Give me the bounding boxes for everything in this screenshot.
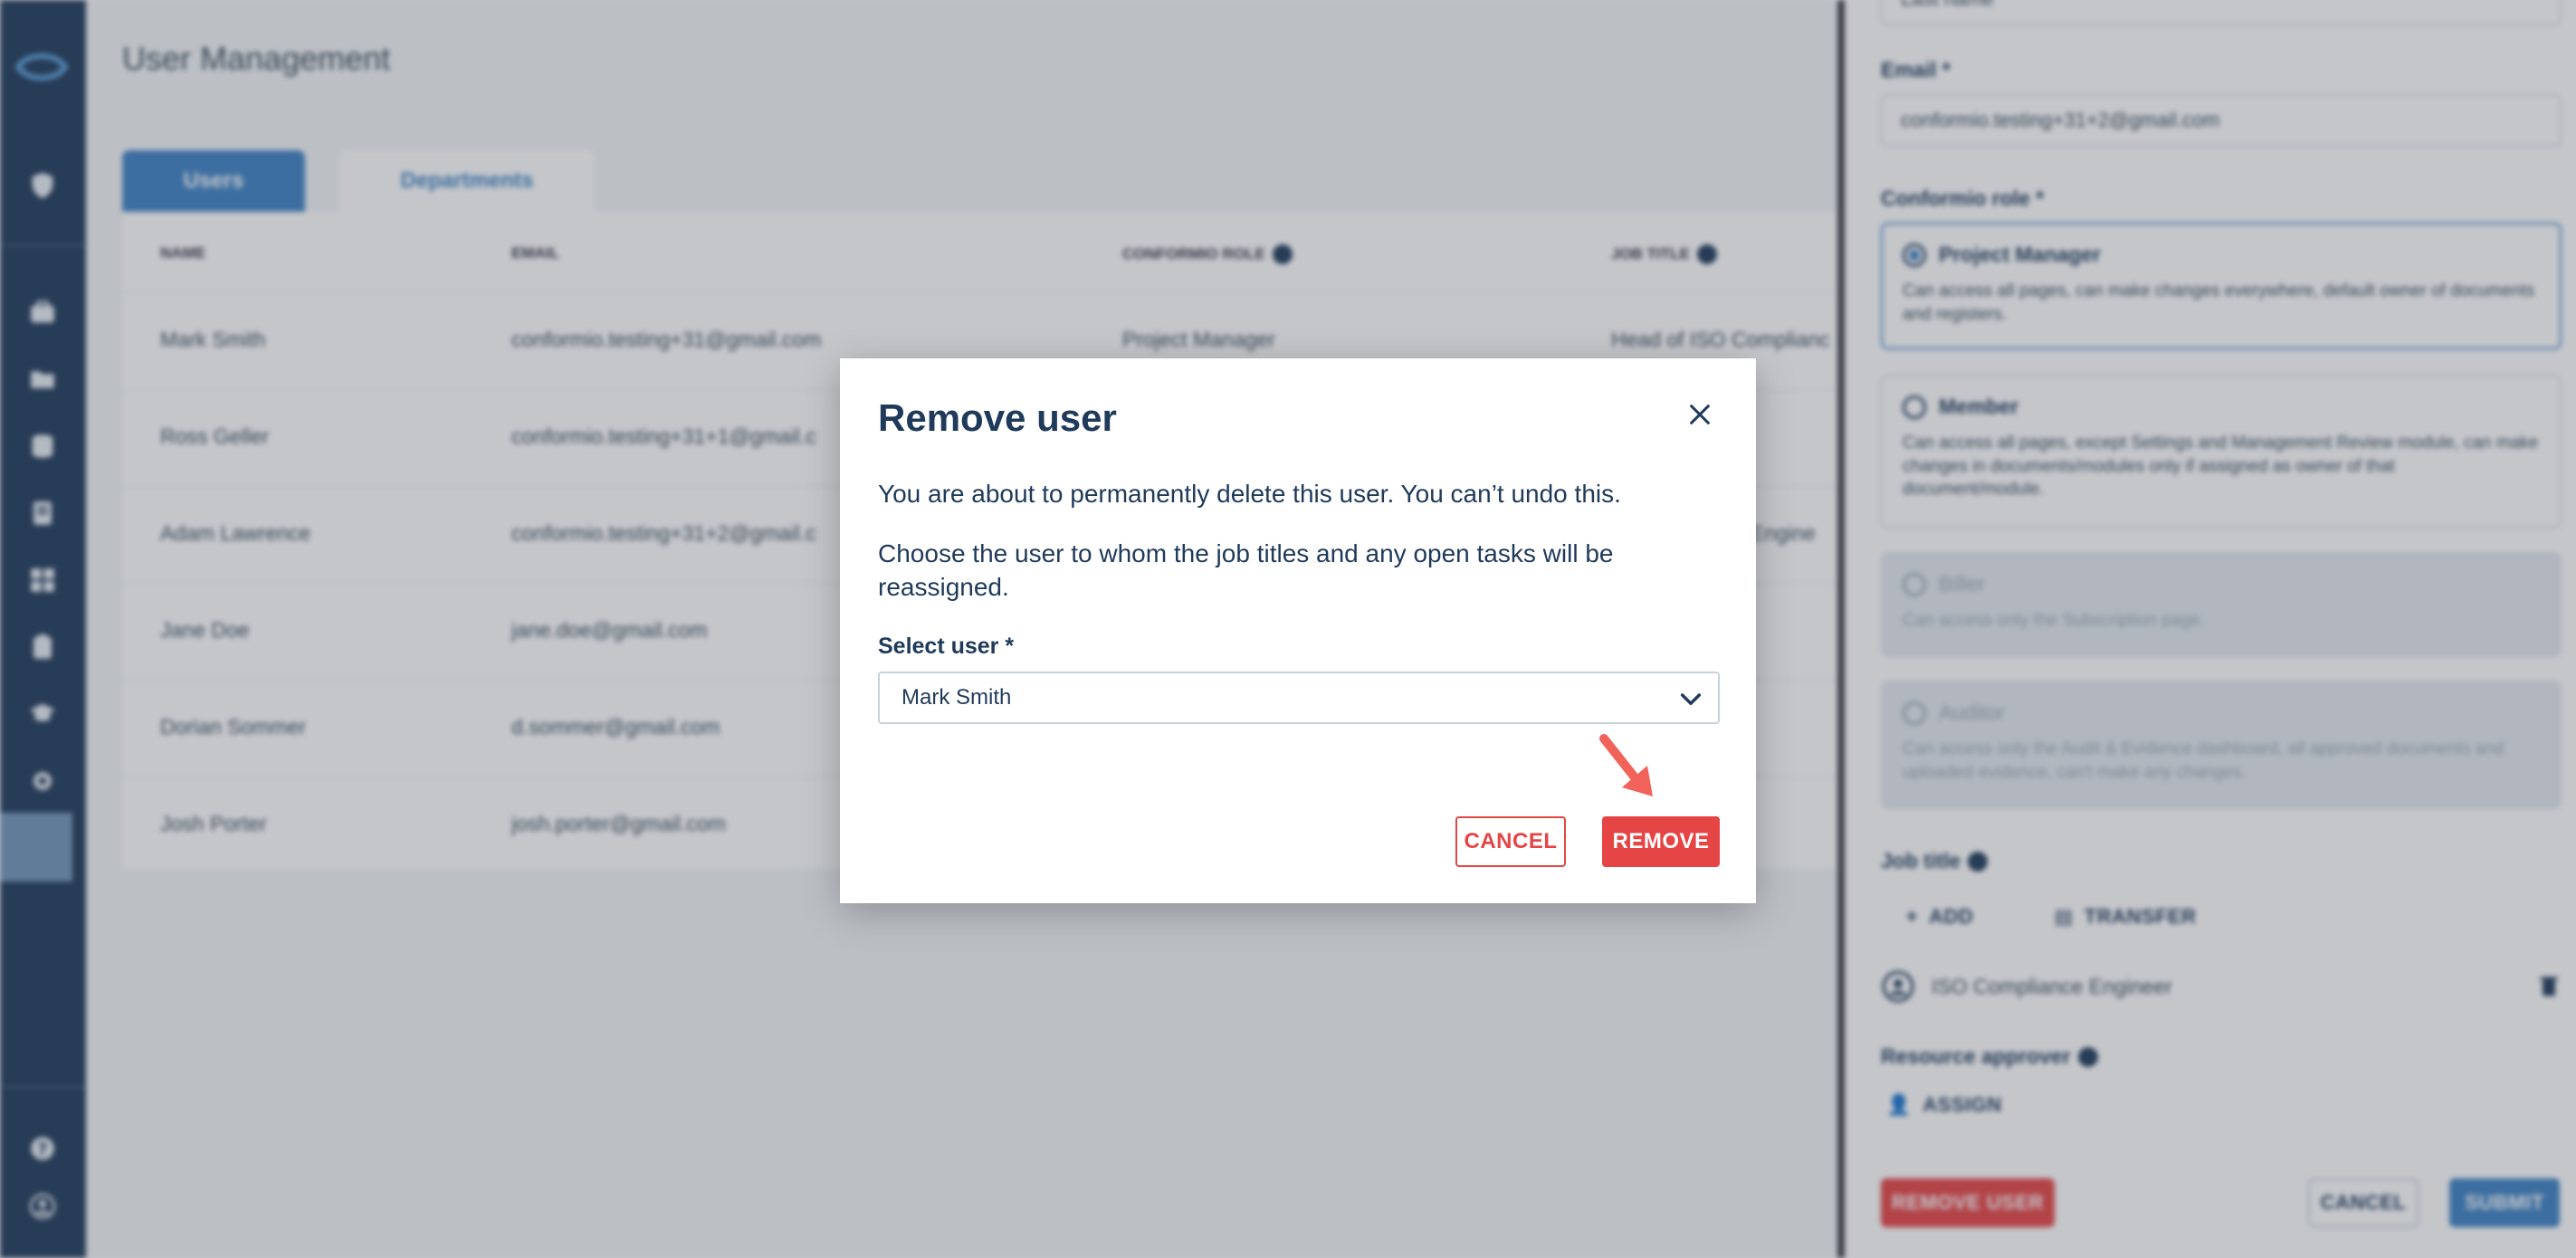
- dialog-instruction-text: Choose the user to whom the job titles a…: [878, 539, 1614, 601]
- select-user-dropdown[interactable]: Mark Smith: [878, 672, 1720, 724]
- select-user-value: Mark Smith: [902, 685, 1012, 710]
- cancel-button[interactable]: CANCEL: [1455, 816, 1566, 867]
- close-icon[interactable]: [1682, 396, 1718, 433]
- dialog-title: Remove user: [878, 396, 1117, 439]
- chevron-down-icon[interactable]: [1676, 684, 1705, 713]
- remove-user-dialog: Remove user You are about to permanently…: [840, 358, 1756, 903]
- dialog-warning-text: You are about to permanently delete this…: [878, 480, 1621, 508]
- pointer-arrow-icon: [1599, 734, 1653, 796]
- select-user-label: Select user *: [878, 634, 1015, 659]
- remove-button[interactable]: REMOVE: [1602, 816, 1720, 867]
